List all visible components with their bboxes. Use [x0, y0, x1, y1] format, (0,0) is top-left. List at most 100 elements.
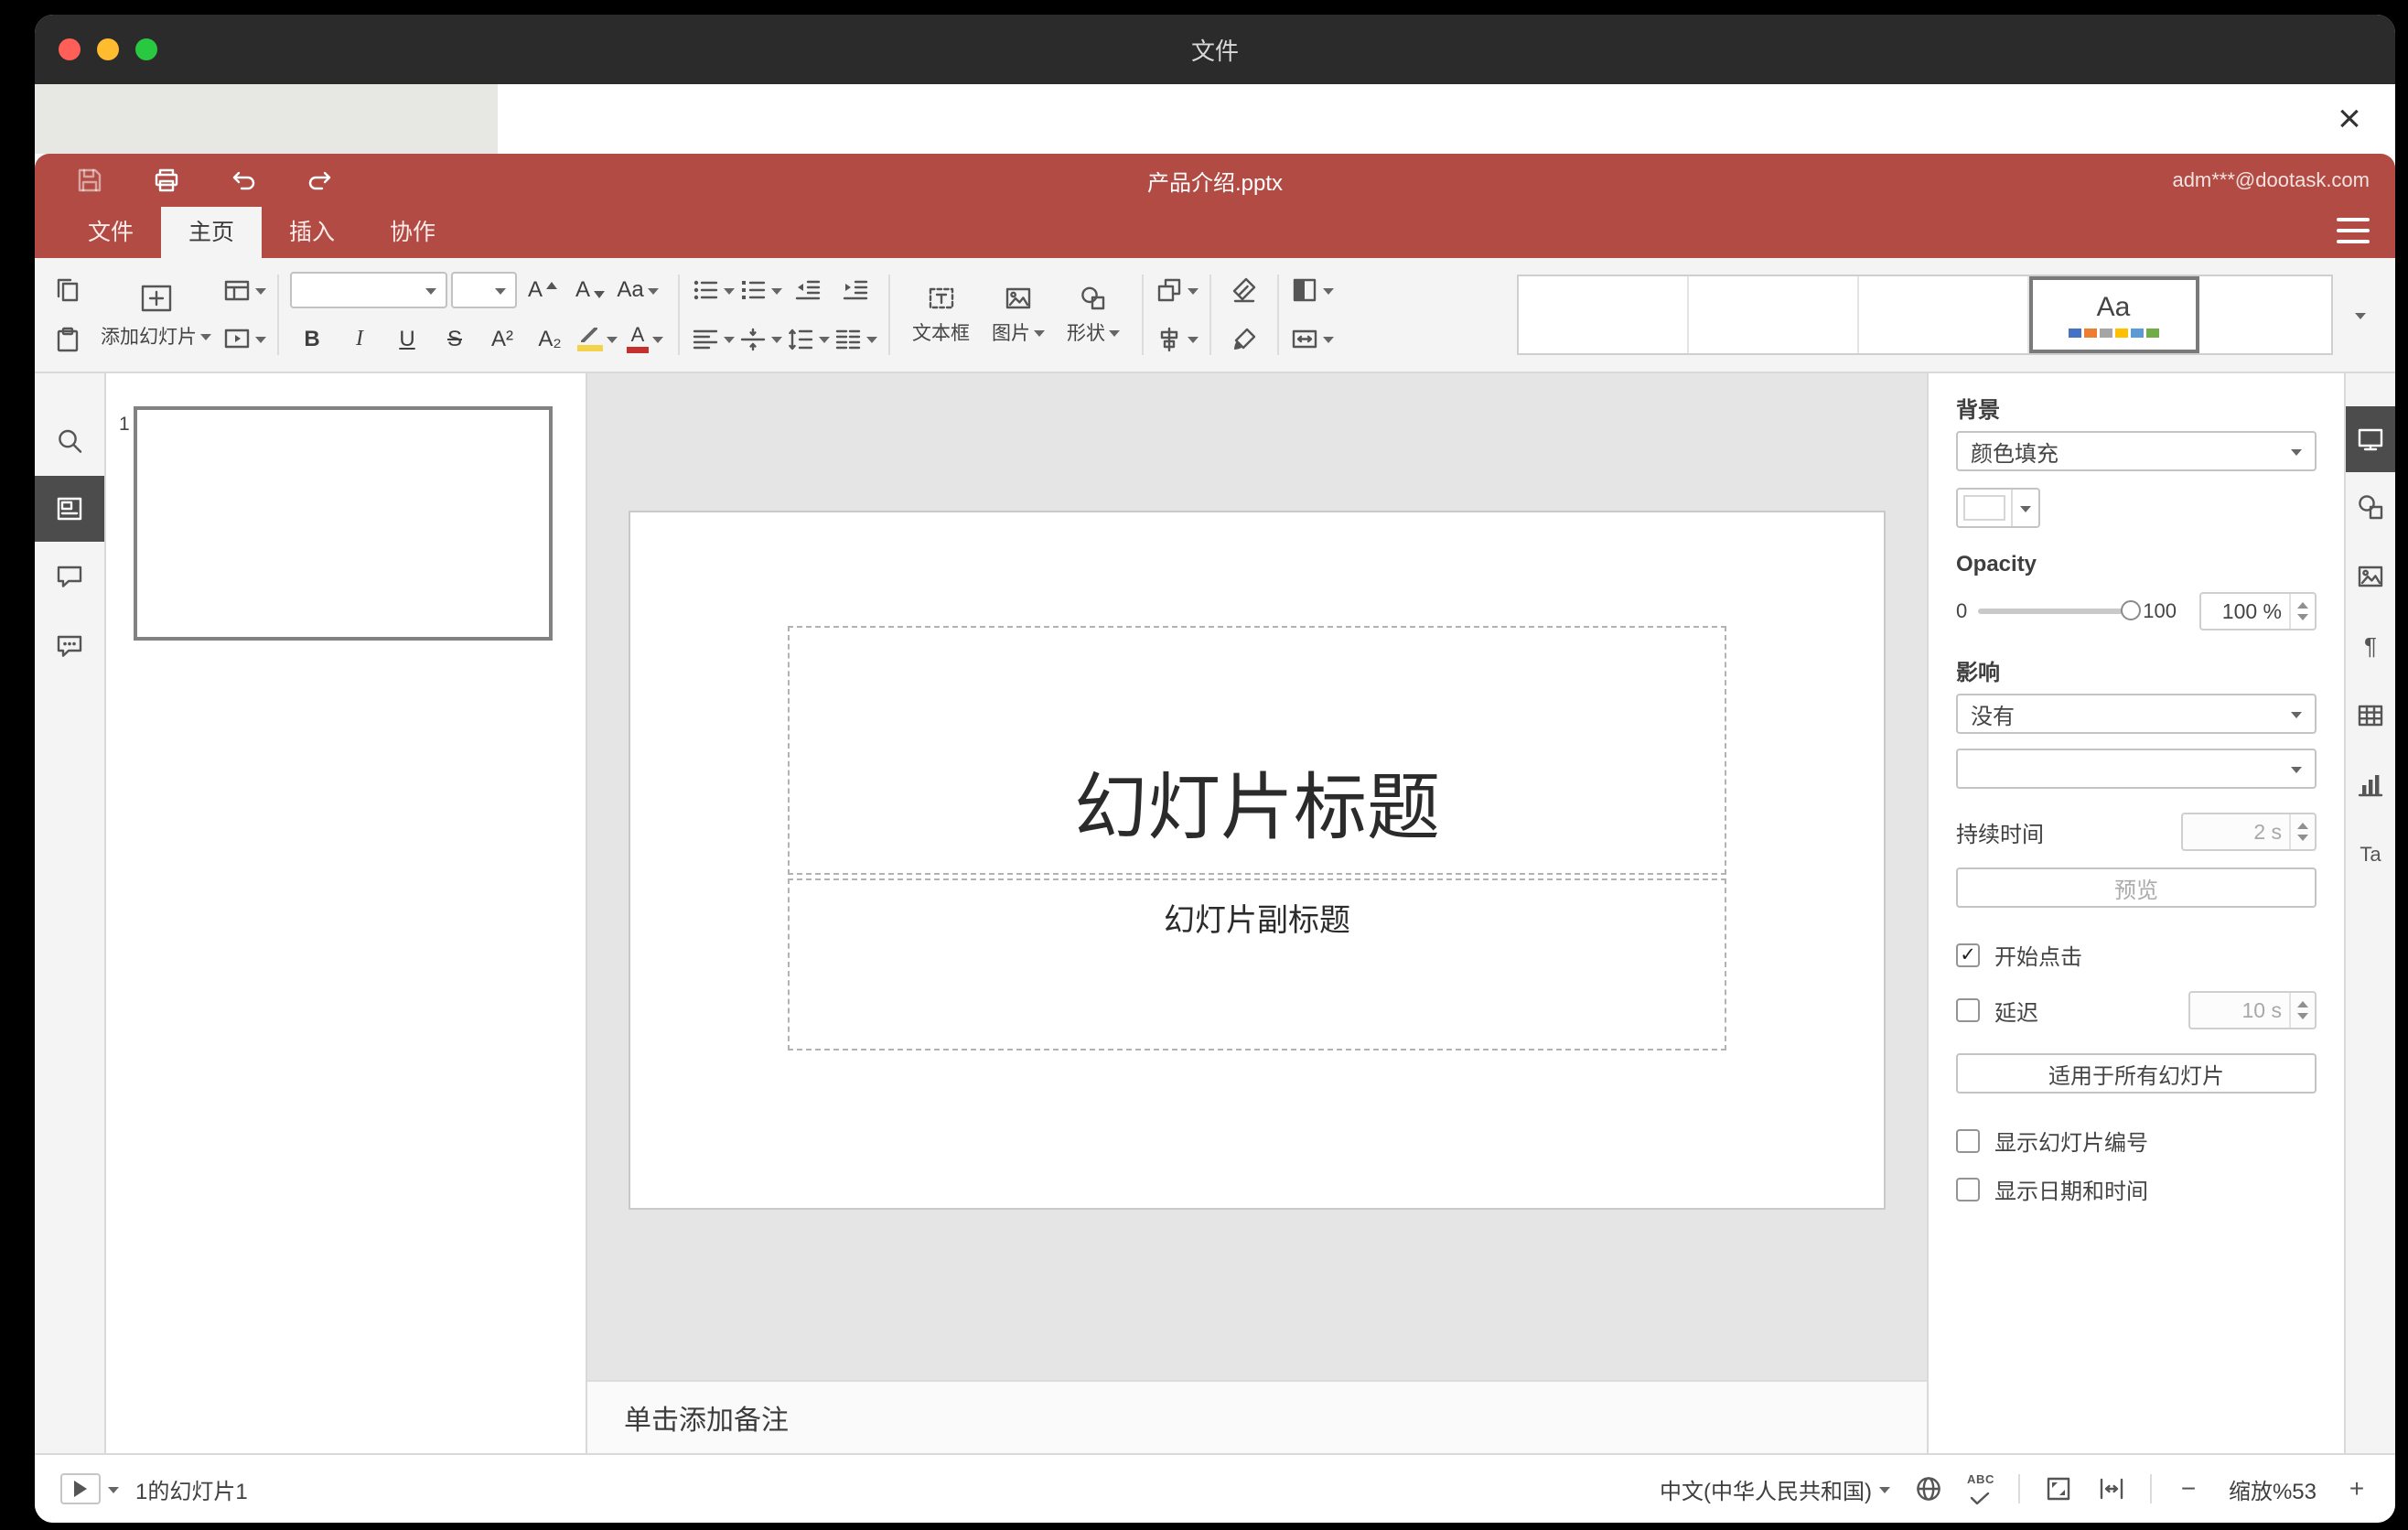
slide-subtitle-placeholder[interactable]: 幻灯片副标题 — [788, 878, 1726, 1051]
horizontal-align-button[interactable] — [691, 318, 735, 361]
theme-option-1[interactable] — [1519, 276, 1689, 353]
chat-icon[interactable] — [35, 611, 104, 681]
slide[interactable]: 幻灯片标题 幻灯片副标题 — [629, 511, 1886, 1210]
fit-width-icon[interactable] — [2097, 1474, 2126, 1503]
font-size-combo[interactable] — [451, 272, 517, 309]
show-date-time-checkbox[interactable] — [1956, 1177, 1980, 1201]
italic-button[interactable]: I — [338, 318, 382, 361]
language-selector[interactable]: 中文(中华人民共和国) — [1660, 1473, 1891, 1505]
slide-settings-icon[interactable] — [2346, 406, 2395, 472]
arrange-shapes-button[interactable] — [1155, 268, 1199, 312]
close-window-button[interactable] — [59, 38, 81, 60]
clear-style-button[interactable] — [1222, 268, 1266, 312]
paragraph-settings-icon[interactable]: ¶ — [2346, 611, 2395, 681]
duration-input[interactable]: 2 s — [2181, 813, 2317, 851]
add-slide-button[interactable]: 添加幻灯片 — [90, 258, 222, 372]
shape-settings-icon[interactable] — [2346, 472, 2395, 542]
tab-home[interactable]: 主页 — [161, 207, 263, 258]
delay-input[interactable]: 10 s — [2188, 991, 2317, 1029]
image-settings-icon[interactable] — [2346, 542, 2395, 611]
undo-icon[interactable] — [229, 166, 258, 195]
slide-size-button[interactable] — [1290, 318, 1334, 361]
slide-canvas[interactable]: 幻灯片标题 幻灯片副标题 — [587, 373, 1927, 1380]
opacity-input[interactable]: 100 % — [2199, 592, 2317, 630]
opacity-slider-knob[interactable] — [2121, 600, 2142, 620]
background-color-picker[interactable] — [1956, 488, 2040, 528]
insert-shape-button[interactable]: 形状 — [1056, 258, 1131, 372]
close-icon[interactable]: × — [2322, 92, 2377, 146]
apply-to-all-button[interactable]: 适用于所有幻灯片 — [1956, 1053, 2317, 1094]
left-sidebar — [35, 373, 106, 1453]
search-icon[interactable] — [35, 406, 104, 476]
table-settings-icon[interactable] — [2346, 681, 2395, 750]
opacity-max-label: 100 — [2143, 599, 2177, 622]
columns-button[interactable] — [833, 318, 877, 361]
text-art-settings-icon[interactable]: Ta — [2346, 820, 2395, 889]
increase-indent-button[interactable] — [833, 268, 877, 312]
vertical-align-button[interactable] — [738, 318, 782, 361]
theme-gallery-expand-icon[interactable] — [2340, 275, 2381, 355]
menu-icon[interactable] — [2337, 218, 2370, 243]
fit-slide-icon[interactable] — [2044, 1474, 2073, 1503]
slide-thumbnail[interactable] — [134, 406, 553, 641]
bold-button[interactable]: B — [290, 318, 334, 361]
strikeout-button[interactable]: S — [433, 318, 477, 361]
insert-textbox-button[interactable]: 文本框 — [901, 258, 981, 372]
font-name-combo[interactable] — [290, 272, 447, 309]
zoom-out-icon[interactable]: − — [2176, 1474, 2201, 1503]
start-slideshow-control[interactable] — [60, 1473, 119, 1504]
preview-button[interactable]: 预览 — [1956, 867, 2317, 908]
minimize-window-button[interactable] — [97, 38, 119, 60]
tab-file[interactable]: 文件 — [60, 207, 161, 258]
document-language-icon[interactable] — [1914, 1474, 1943, 1503]
redo-icon[interactable] — [306, 166, 335, 195]
underline-button[interactable]: U — [385, 318, 429, 361]
align-shapes-button[interactable] — [1155, 318, 1199, 361]
line-spacing-button[interactable] — [786, 318, 830, 361]
insert-image-button[interactable]: 图片 — [981, 258, 1056, 372]
slide-title-placeholder[interactable]: 幻灯片标题 — [788, 626, 1726, 875]
chart-settings-icon[interactable] — [2346, 750, 2395, 820]
theme-option-2[interactable] — [1689, 276, 1859, 353]
numbered-list-button[interactable] — [738, 268, 782, 312]
copy-button[interactable] — [46, 268, 90, 312]
zoom-window-button[interactable] — [135, 38, 157, 60]
background-page-fragment — [35, 84, 498, 154]
delay-checkbox[interactable] — [1956, 998, 1980, 1022]
zoom-in-icon[interactable]: + — [2344, 1474, 2370, 1503]
decrease-font-button[interactable]: A — [568, 268, 612, 312]
zoom-value: 缩放%53 — [2228, 1479, 2317, 1504]
theme-option-3[interactable] — [1859, 276, 2029, 353]
tab-collaboration[interactable]: 协作 — [362, 207, 463, 258]
opacity-slider[interactable] — [1978, 600, 2142, 620]
effect-type-select[interactable] — [1956, 749, 2317, 789]
bullet-list-button[interactable] — [691, 268, 735, 312]
start-slideshow-button[interactable] — [222, 318, 266, 361]
paste-button[interactable] — [46, 318, 90, 361]
subscript-button[interactable]: A₂ — [528, 318, 572, 361]
save-icon[interactable] — [75, 166, 104, 195]
increase-font-button[interactable]: A — [521, 268, 564, 312]
spellcheck-icon[interactable]: ABC — [1967, 1473, 1994, 1505]
theme-option-selected[interactable]: Aa — [2029, 276, 2199, 353]
comments-icon[interactable] — [35, 542, 104, 611]
slides-panel-icon[interactable] — [35, 476, 104, 542]
background-fill-select[interactable]: 颜色填充 — [1956, 431, 2317, 471]
font-color-button[interactable]: A — [623, 318, 667, 361]
play-icon[interactable] — [60, 1473, 101, 1504]
superscript-button[interactable]: A² — [480, 318, 524, 361]
print-icon[interactable] — [152, 166, 181, 195]
notes-area[interactable]: 单击添加备注 — [587, 1380, 1927, 1453]
slide-layout-button[interactable] — [222, 268, 266, 312]
editor-header: 产品介绍.pptx adm***@dootask.com 文件 主页 插入 协作 — [35, 154, 2395, 258]
highlight-color-button[interactable] — [575, 318, 619, 361]
change-case-button[interactable]: Aa — [616, 268, 660, 312]
toolbar: 添加幻灯片 A A Aa B I U S A² A₂ A 文本框 图片 形状 A… — [35, 258, 2395, 373]
copy-style-button[interactable] — [1222, 318, 1266, 361]
color-scheme-button[interactable] — [1290, 268, 1334, 312]
effect-select[interactable]: 没有 — [1956, 694, 2317, 734]
start-on-click-checkbox[interactable]: ✓ — [1956, 943, 1980, 967]
tab-insert[interactable]: 插入 — [262, 207, 362, 258]
show-slide-number-checkbox[interactable] — [1956, 1128, 1980, 1153]
decrease-indent-button[interactable] — [786, 268, 830, 312]
